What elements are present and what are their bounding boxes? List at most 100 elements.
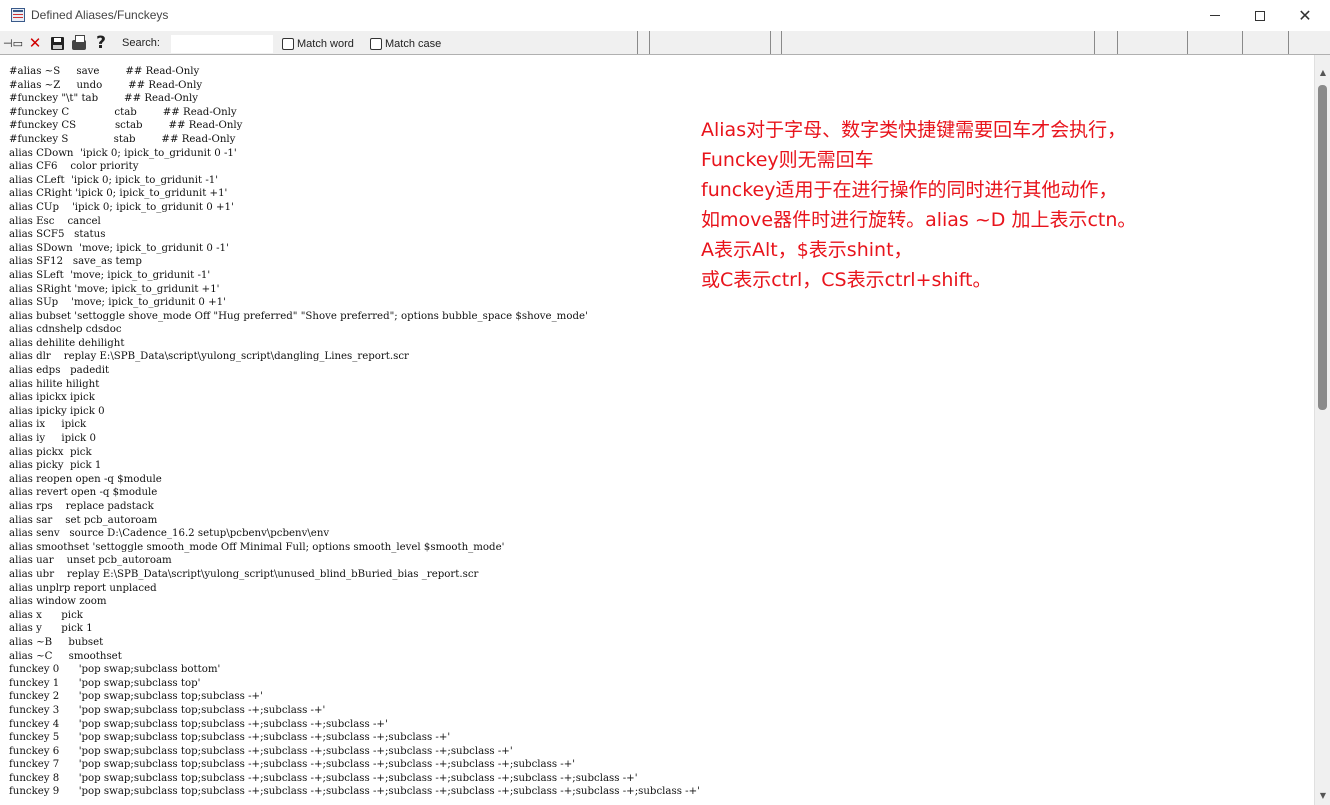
annotation-line: 如move器件时进行旋转。alias ~D 加上表示ctn。	[701, 209, 1137, 231]
annotation-line: Funckey则无需回车	[701, 149, 874, 171]
alias-line: alias SCF5 status	[9, 228, 106, 241]
save-button[interactable]	[47, 33, 67, 53]
annotation-line: funckey适用于在进行操作的同时进行其他动作，	[701, 179, 1118, 201]
alias-line: alias dehilite dehilight	[9, 336, 125, 349]
alias-line: funckey 6 'pop swap;subclass top;subclas…	[9, 744, 513, 757]
alias-line: alias ~B bubset	[9, 635, 104, 648]
alias-line: alias Esc cancel	[9, 214, 101, 227]
alias-line: #funckey S stab ## Read-Only	[9, 132, 236, 145]
toolbar-separator	[1288, 31, 1289, 54]
alias-line: funckey 2 'pop swap;subclass top;subclas…	[9, 690, 263, 703]
toolbar: ⊣▭ ✕ ? Search: Match word Match case	[0, 31, 1330, 55]
scroll-thumb[interactable]	[1318, 85, 1327, 410]
alias-line: alias CUp 'ipick 0; ipick_to_gridunit 0 …	[9, 200, 234, 213]
alias-text: #alias ~S save ## Read-Only #alias ~Z und…	[9, 65, 700, 799]
alias-line: alias SDown 'move; ipick_to_gridunit 0 -…	[9, 241, 229, 254]
toolbar-separator	[1187, 31, 1188, 54]
help-icon: ?	[96, 33, 106, 53]
match-case-box[interactable]	[370, 38, 382, 50]
alias-line: alias sar set pcb_autoroam	[9, 513, 158, 526]
toolbar-separator	[1094, 31, 1095, 54]
alias-line: alias ~C smoothset	[9, 649, 122, 662]
alias-list-content[interactable]: #alias ~S save ## Read-Only #alias ~Z und…	[0, 55, 1314, 805]
alias-line: alias CDown 'ipick 0; ipick_to_gridunit …	[9, 146, 237, 159]
alias-line: alias CLeft 'ipick 0; ipick_to_gridunit …	[9, 173, 219, 186]
match-word-box[interactable]	[282, 38, 294, 50]
delete-button[interactable]: ✕	[25, 33, 45, 53]
alias-line: alias unplrp report unplaced	[9, 581, 157, 594]
alias-line: alias y pick 1	[9, 622, 93, 635]
alias-line: alias smoothset 'settoggle smooth_mode O…	[9, 540, 505, 553]
match-word-checkbox[interactable]: Match word	[282, 38, 354, 50]
printer-icon	[72, 34, 86, 50]
pin-button[interactable]: ⊣▭	[3, 33, 23, 53]
alias-line: alias iy ipick 0	[9, 432, 96, 445]
toolbar-separator	[781, 31, 782, 54]
alias-line: alias SRight 'move; ipick_to_gridunit +1…	[9, 282, 220, 295]
alias-line: alias CF6 color priority	[9, 160, 139, 173]
toolbar-separator	[1242, 31, 1243, 54]
alias-line: alias x pick	[9, 608, 83, 621]
alias-line: alias pickx pick	[9, 445, 92, 458]
alias-line: alias picky pick 1	[9, 459, 102, 472]
close-button[interactable]: ✕	[1282, 0, 1328, 31]
alias-line: alias cdnshelp cdsdoc	[9, 323, 122, 336]
alias-line: #funckey CS sctab ## Read-Only	[9, 119, 243, 132]
alias-line: alias reopen open -q $module	[9, 472, 162, 485]
alias-line: alias rps replace padstack	[9, 500, 154, 512]
alias-line: funckey 5 'pop swap;subclass top;subclas…	[9, 731, 451, 744]
minimize-icon	[1210, 15, 1220, 16]
alias-line: alias uar unset pcb_autoroam	[9, 554, 172, 567]
title-bar: Defined Aliases/Funckeys ✕	[0, 0, 1330, 31]
alias-line: alias senv source D:\Cadence_16.2 setup\…	[9, 527, 330, 540]
alias-line: alias edps padedit	[9, 364, 110, 377]
alias-line: #alias ~S save ## Read-Only	[9, 65, 200, 77]
scroll-down-icon[interactable]: ▼	[1315, 787, 1330, 803]
alias-line: funckey 4 'pop swap;subclass top;subclas…	[9, 717, 388, 730]
alias-line: #funckey "\t" tab ## Read-Only	[9, 92, 198, 105]
match-case-checkbox[interactable]: Match case	[370, 38, 441, 50]
toolbar-separator	[770, 31, 771, 54]
alias-line: alias ubr replay E:\SPB_Data\script\yulo…	[9, 567, 479, 580]
alias-line: alias ix ipick	[9, 418, 87, 431]
pin-icon: ⊣▭	[3, 36, 23, 50]
alias-line: alias SLeft 'move; ipick_to_gridunit -1'	[9, 268, 211, 281]
scroll-up-icon[interactable]: ▲	[1315, 64, 1330, 80]
alias-line: alias ipicky ipick 0	[9, 404, 105, 417]
print-button[interactable]	[69, 33, 89, 53]
alias-line: #alias ~Z undo ## Read-Only	[9, 78, 203, 91]
alias-line: funckey 8 'pop swap;subclass top;subclas…	[9, 771, 638, 784]
alias-line: funckey 3 'pop swap;subclass top;subclas…	[9, 703, 326, 716]
alias-line: alias ipickx ipick	[9, 391, 95, 404]
maximize-button[interactable]	[1237, 0, 1283, 31]
alias-line: funckey 0 'pop swap;subclass bottom'	[9, 663, 221, 676]
alias-line: funckey 7 'pop swap;subclass top;subclas…	[9, 758, 576, 771]
maximize-icon	[1255, 10, 1265, 21]
save-icon	[50, 36, 64, 50]
help-button[interactable]: ?	[91, 33, 111, 53]
annotation-text: Alias对于字母、数字类快捷键需要回车才会执行， Funckey则无需回车 fun…	[701, 115, 1136, 295]
toolbar-separator	[637, 31, 638, 54]
close-icon: ✕	[1298, 5, 1312, 25]
match-case-label: Match case	[385, 38, 442, 50]
alias-line: alias SUp 'move; ipick_to_gridunit 0 +1'	[9, 296, 226, 309]
alias-line: #funckey C ctab ## Read-Only	[9, 105, 237, 118]
vertical-scrollbar[interactable]: ▲ ▼	[1314, 55, 1330, 805]
alias-line: funckey 1 'pop swap;subclass top'	[9, 676, 201, 689]
annotation-line: Alias对于字母、数字类快捷键需要回车才会执行，	[701, 119, 1127, 141]
search-label: Search:	[122, 37, 160, 49]
alias-line: alias window zoom	[9, 595, 107, 608]
window-title: Defined Aliases/Funckeys	[31, 8, 169, 22]
minimize-button[interactable]	[1192, 0, 1238, 31]
alias-line: alias dlr replay E:\SPB_Data\script\yulo…	[9, 350, 409, 363]
alias-line: alias SF12 save_as temp	[9, 255, 142, 268]
alias-line: alias CRight 'ipick 0; ipick_to_gridunit…	[9, 187, 228, 200]
alias-line: funckey 9 'pop swap;subclass top;subclas…	[9, 785, 700, 798]
annotation-line: 或C表示ctrl，CS表示ctrl+shift。	[701, 269, 992, 291]
toolbar-separator	[649, 31, 650, 54]
toolbar-separator	[1117, 31, 1118, 54]
search-input[interactable]	[171, 35, 273, 53]
delete-icon: ✕	[28, 34, 42, 52]
alias-line: alias revert open -q $module	[9, 486, 158, 499]
app-icon	[11, 8, 25, 22]
